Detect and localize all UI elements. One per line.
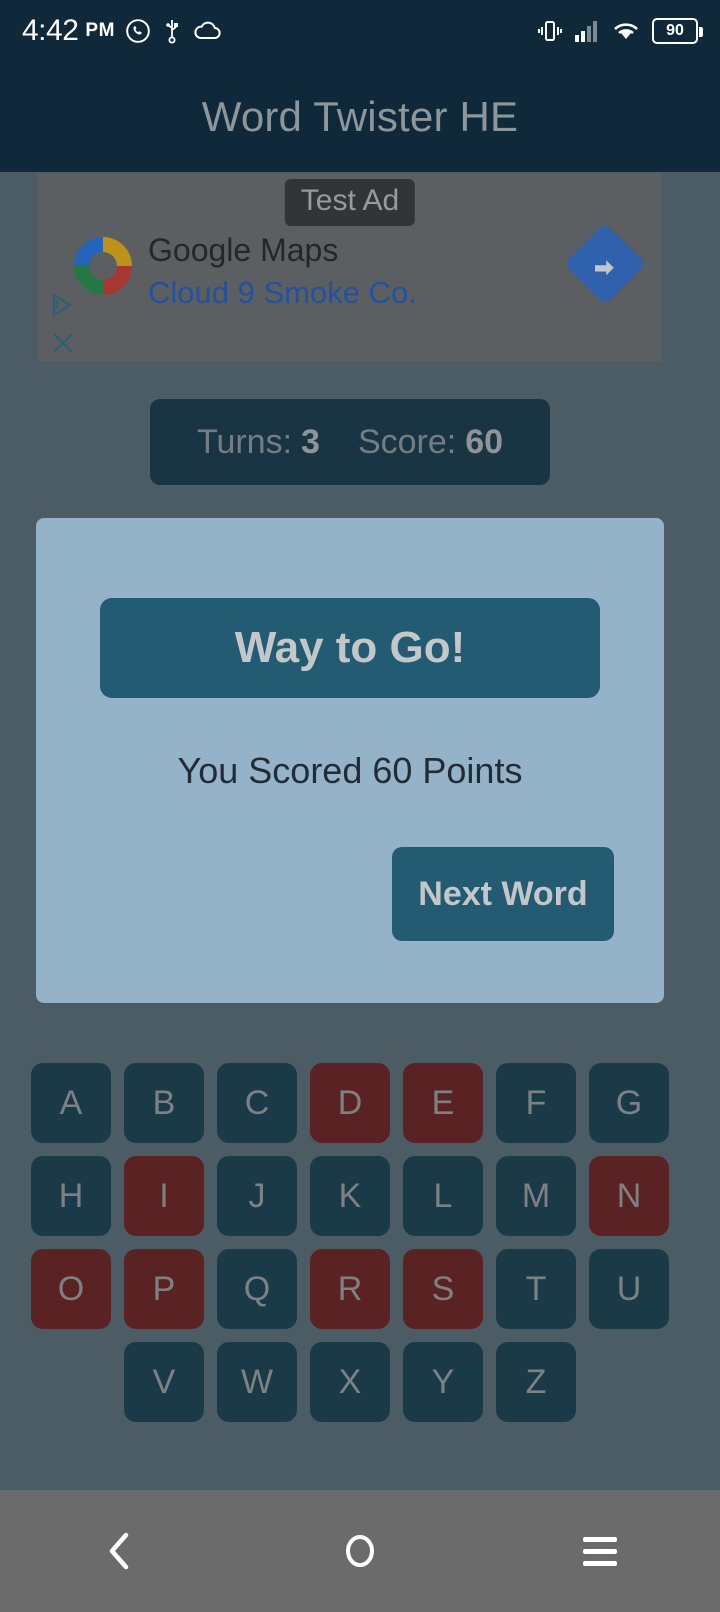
key-x[interactable]: X xyxy=(310,1342,390,1422)
status-bar: 4:42 PM 90 xyxy=(0,0,720,62)
turns-label: Turns: xyxy=(196,422,293,461)
key-j[interactable]: J xyxy=(217,1156,297,1236)
key-row: OPQRSTU xyxy=(0,1249,720,1329)
key-q[interactable]: Q xyxy=(217,1249,297,1329)
navigation-arrow-icon[interactable] xyxy=(563,222,647,306)
ad-banner[interactable]: Test Ad Google Maps Cloud 9 Smoke Co. xyxy=(38,173,662,362)
key-t[interactable]: T xyxy=(496,1249,576,1329)
usb-icon xyxy=(161,18,183,44)
turns-group: Turns: 3 xyxy=(197,423,320,462)
battery-icon: 90 xyxy=(652,18,703,44)
cloud-icon xyxy=(193,20,223,42)
key-z[interactable]: Z xyxy=(496,1342,576,1422)
system-nav-bar xyxy=(0,1490,720,1612)
key-e[interactable]: E xyxy=(403,1063,483,1143)
key-row: ABCDEFG xyxy=(0,1063,720,1143)
key-d[interactable]: D xyxy=(310,1063,390,1143)
app-bar: Word Twister HE xyxy=(0,62,720,172)
dialog-title: Way to Go! xyxy=(234,623,466,672)
key-h[interactable]: H xyxy=(31,1156,111,1236)
key-a[interactable]: A xyxy=(31,1063,111,1143)
result-dialog: Way to Go! You Scored 60 Points Next Wor… xyxy=(36,518,664,1003)
ad-headline: Google Maps xyxy=(148,232,339,268)
key-b[interactable]: B xyxy=(124,1063,204,1143)
key-k[interactable]: K xyxy=(310,1156,390,1236)
key-row: HIJKLMN xyxy=(0,1156,720,1236)
close-icon[interactable] xyxy=(50,330,76,356)
status-bar-left: 4:42 PM xyxy=(22,14,537,48)
dialog-message: You Scored 60 Points xyxy=(177,750,523,791)
dialog-title-banner: Way to Go! xyxy=(100,598,600,698)
hamburger-lines xyxy=(583,1536,617,1566)
status-bar-ampm: PM xyxy=(85,20,115,41)
phone-screen: 4:42 PM 90 Word Twister HE Test Ad Googl… xyxy=(0,0,720,1612)
signal-icon xyxy=(574,19,600,43)
key-i[interactable]: I xyxy=(124,1156,204,1236)
key-l[interactable]: L xyxy=(403,1156,483,1236)
page-title: Word Twister HE xyxy=(201,93,519,140)
key-p[interactable]: P xyxy=(124,1249,204,1329)
key-c[interactable]: C xyxy=(217,1063,297,1143)
key-w[interactable]: W xyxy=(217,1342,297,1422)
home-circle-icon[interactable] xyxy=(300,1490,420,1612)
score-group: Score: 60 xyxy=(358,423,503,462)
adchoices-icon[interactable] xyxy=(50,292,76,318)
test-ad-badge: Test Ad xyxy=(284,179,416,226)
key-v[interactable]: V xyxy=(124,1342,204,1422)
whatsapp-icon xyxy=(125,18,151,44)
key-y[interactable]: Y xyxy=(403,1342,483,1422)
back-chevron-icon[interactable] xyxy=(60,1490,180,1612)
ad-advertiser[interactable]: Cloud 9 Smoke Co. xyxy=(148,275,417,311)
next-word-button[interactable]: Next Word xyxy=(392,847,614,941)
vibrate-icon xyxy=(537,18,563,44)
key-row: VWXYZ xyxy=(0,1342,720,1422)
key-r[interactable]: R xyxy=(310,1249,390,1329)
score-label: Score: xyxy=(357,422,457,461)
key-o[interactable]: O xyxy=(31,1249,111,1329)
google-logo-icon xyxy=(74,237,132,295)
score-value: 60 xyxy=(465,422,504,461)
key-g[interactable]: G xyxy=(589,1063,669,1143)
status-bar-clock: 4:42 xyxy=(22,14,79,47)
key-s[interactable]: S xyxy=(403,1249,483,1329)
key-f[interactable]: F xyxy=(496,1063,576,1143)
key-n[interactable]: N xyxy=(589,1156,669,1236)
key-m[interactable]: M xyxy=(496,1156,576,1236)
key-u[interactable]: U xyxy=(589,1249,669,1329)
status-bar-right: 90 xyxy=(537,18,703,44)
letter-keyboard: ABCDEFG HIJKLMN OPQRSTU VWXYZ xyxy=(0,1063,720,1435)
menu-hamburger-icon[interactable] xyxy=(540,1490,660,1612)
turns-value: 3 xyxy=(301,422,320,461)
wifi-icon xyxy=(611,19,641,43)
score-bar: Turns: 3 Score: 60 xyxy=(150,399,550,485)
battery-percent-label: 90 xyxy=(666,22,684,39)
